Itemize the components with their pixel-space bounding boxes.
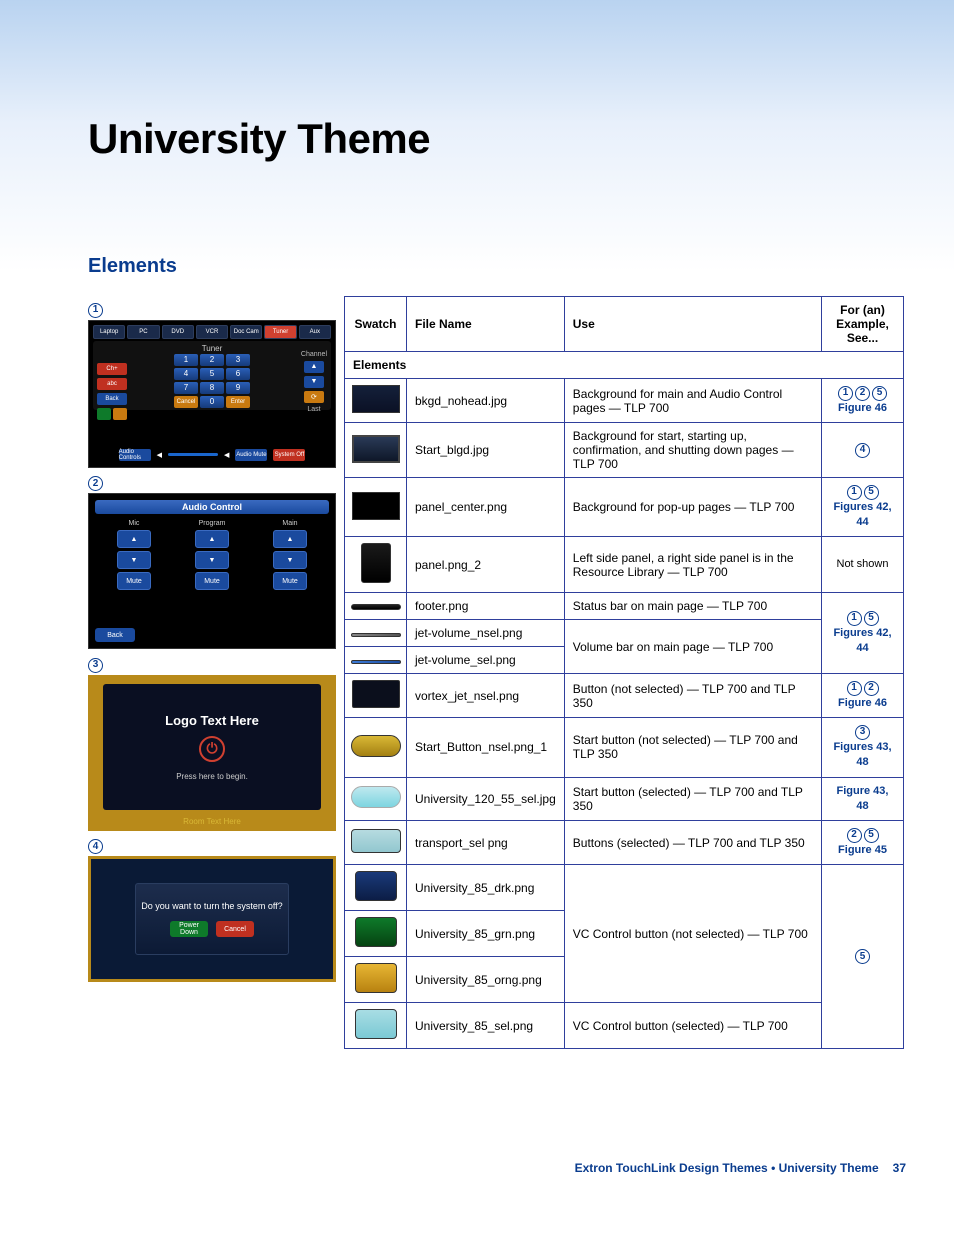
table-row: panel_center.pngBackground for pop-up pa… bbox=[345, 478, 904, 537]
callout-1: 1 bbox=[88, 303, 103, 318]
swatch bbox=[355, 871, 397, 901]
swatch bbox=[351, 829, 401, 853]
col-filename: File Name bbox=[407, 297, 565, 352]
table-row: jet-volume_nsel.pngVolume bar on main pa… bbox=[345, 620, 904, 647]
tuner-title: Tuner bbox=[97, 344, 327, 353]
tab-pc: PC bbox=[127, 325, 159, 339]
table-row: Start_Button_nsel.png_1Start button (not… bbox=[345, 718, 904, 777]
section-heading: Elements bbox=[0, 163, 954, 290]
tab-laptop: Laptop bbox=[93, 325, 125, 339]
col-use: Use bbox=[564, 297, 821, 352]
elements-table: Swatch File Name Use For (an) Example, S… bbox=[344, 296, 904, 1049]
table-row: footer.pngStatus bar on main page — TLP … bbox=[345, 593, 904, 620]
table-row: transport_sel pngButtons (selected) — TL… bbox=[345, 821, 904, 865]
swatch bbox=[352, 385, 400, 413]
table-row: panel.png_2Left side panel, a right side… bbox=[345, 537, 904, 593]
tab-aux: Aux bbox=[299, 325, 331, 339]
swatch bbox=[355, 917, 397, 947]
thumbnail-confirm: Do you want to turn the system off? Powe… bbox=[88, 856, 336, 982]
callout-2: 2 bbox=[88, 476, 103, 491]
power-icon: ⏻ bbox=[199, 736, 225, 762]
swatch bbox=[351, 604, 401, 610]
col-swatch: Swatch bbox=[345, 297, 407, 352]
swatch bbox=[361, 543, 391, 583]
thumbnail-audio: Audio Control Mic▲▼Mute Program▲▼Mute Ma… bbox=[88, 493, 336, 649]
page-footer: Extron TouchLink Design Themes • Univers… bbox=[575, 1161, 906, 1175]
table-row: University_85_drk.pngVC Control button (… bbox=[345, 865, 904, 911]
swatch bbox=[351, 633, 401, 637]
thumbnail-column: 1 Laptop PC DVD VCR Doc Cam Tuner Aux Tu… bbox=[88, 296, 338, 1049]
confirm-msg: Do you want to turn the system off? bbox=[141, 901, 282, 911]
page-title: University Theme bbox=[0, 0, 954, 163]
table-row: bkgd_nohead.jpgBackground for main and A… bbox=[345, 379, 904, 423]
tab-doccam: Doc Cam bbox=[230, 325, 262, 339]
logo-text: Logo Text Here bbox=[165, 713, 259, 728]
swatch bbox=[352, 492, 400, 520]
table-row: University_120_55_sel.jpgStart button (s… bbox=[345, 777, 904, 821]
table-row: vortex_jet_nsel.pngButton (not selected)… bbox=[345, 674, 904, 718]
back-button: Back bbox=[95, 628, 135, 642]
callout-3: 3 bbox=[88, 658, 103, 673]
swatch bbox=[351, 735, 401, 757]
swatch bbox=[352, 680, 400, 708]
swatch bbox=[355, 1009, 397, 1039]
thumbnail-tuner: Laptop PC DVD VCR Doc Cam Tuner Aux Tune… bbox=[88, 320, 336, 468]
thumbnail-start: Logo Text Here ⏻ Press here to begin. Ro… bbox=[88, 675, 336, 831]
swatch bbox=[351, 786, 401, 808]
swatch bbox=[351, 660, 401, 664]
col-ref: For (an) Example, See... bbox=[822, 297, 904, 352]
callout-4: 4 bbox=[88, 839, 103, 854]
tab-vcr: VCR bbox=[196, 325, 228, 339]
subheader: Elements bbox=[345, 352, 904, 379]
table-row: University_85_sel.pngVC Control button (… bbox=[345, 1003, 904, 1049]
audio-title: Audio Control bbox=[95, 500, 329, 514]
tab-dvd: DVD bbox=[162, 325, 194, 339]
swatch bbox=[355, 963, 397, 993]
swatch bbox=[352, 435, 400, 463]
tab-tuner: Tuner bbox=[264, 325, 296, 339]
table-row: Start_blgd.jpgBackground for start, star… bbox=[345, 423, 904, 478]
